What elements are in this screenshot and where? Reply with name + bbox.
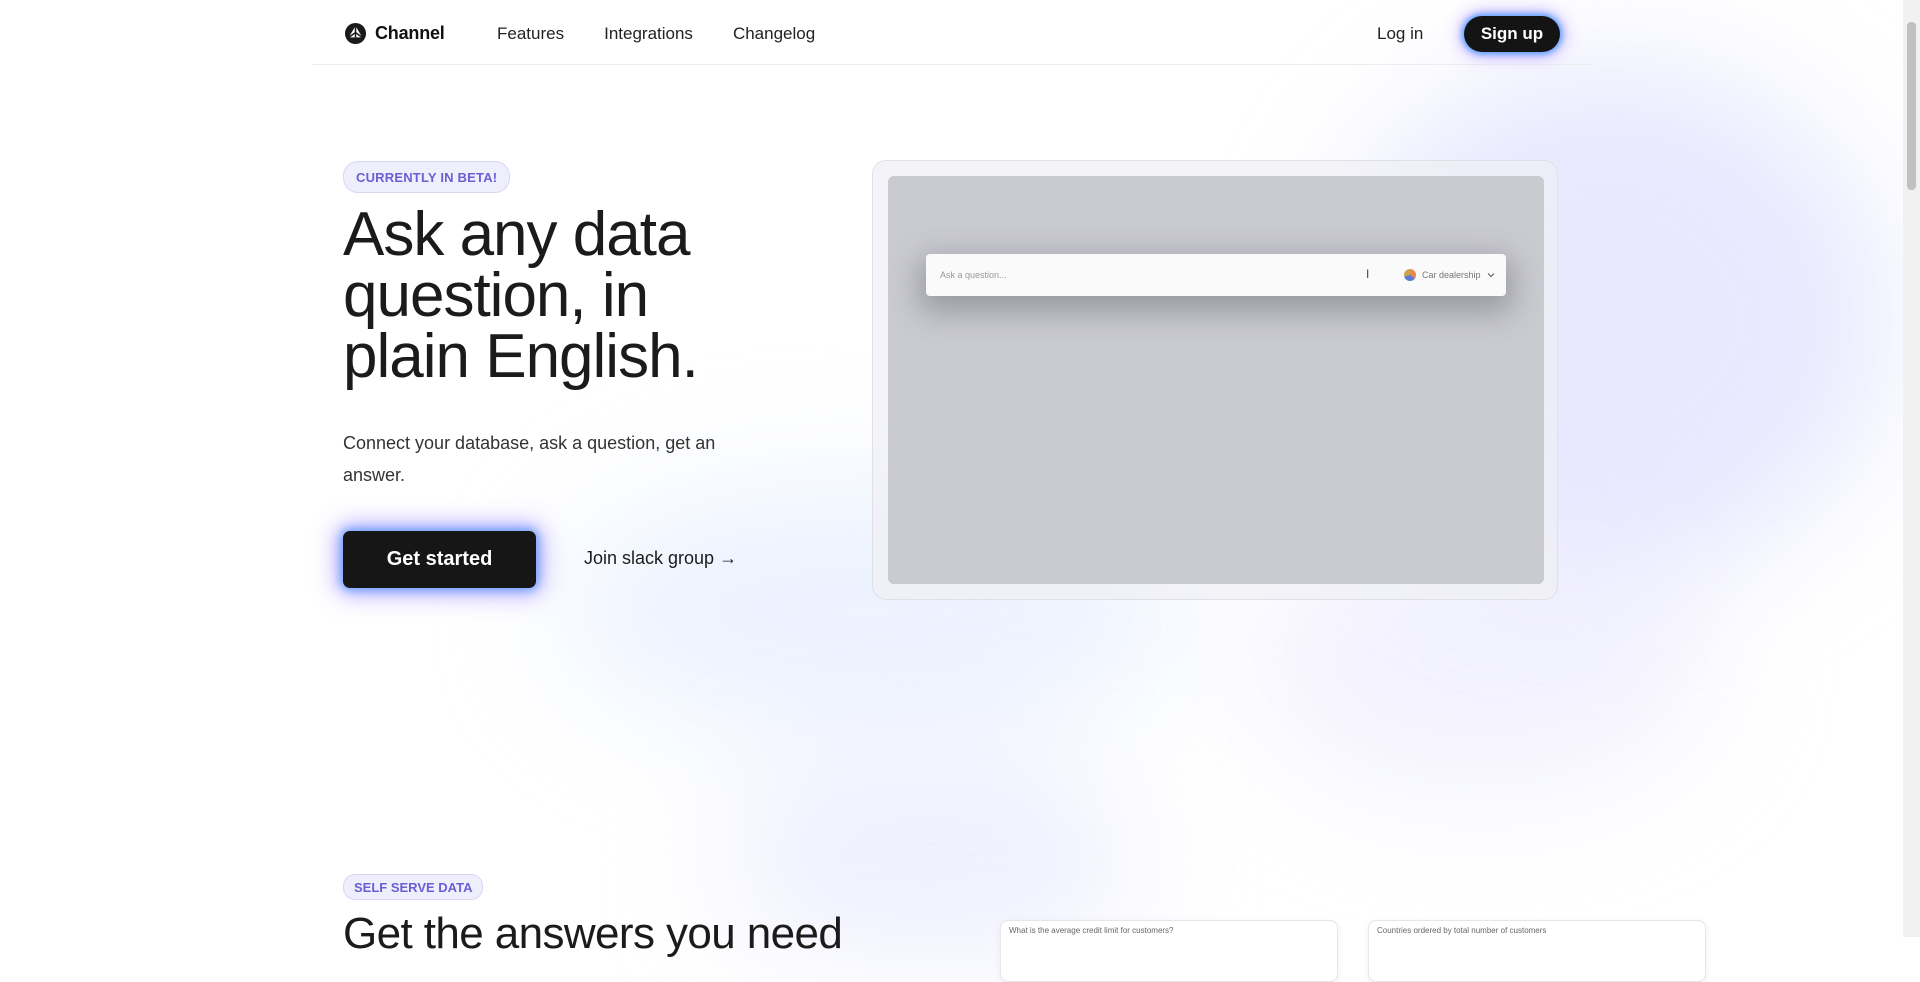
join-slack-link[interactable]: Join slack group → [584,548,737,569]
login-link[interactable]: Log in [1377,24,1423,44]
ask-question-bar: I Car dealership [926,254,1506,296]
page-scrollbar[interactable] [1903,0,1920,937]
pie-chart-icon [1404,269,1416,281]
hero-subtitle: Connect your database, ask a question, g… [343,433,716,485]
demo-preview-frame: I Car dealership [872,160,1558,600]
get-started-button[interactable]: Get started [343,531,536,588]
section-title: Get the answers you need [343,909,843,958]
beta-badge: CURRENTLY IN BETA! [343,161,511,193]
example-query-card: What is the average credit limit for cus… [1000,920,1338,982]
scrollbar-thumb[interactable] [1907,22,1916,190]
nav-changelog-link[interactable]: Changelog [733,24,815,44]
text-cursor-icon: I [1366,267,1370,281]
example-query-text: What is the average credit limit for cus… [1009,926,1174,935]
example-query-text: Countries ordered by total number of cus… [1377,926,1547,935]
nav-integrations-link[interactable]: Integrations [604,24,693,44]
brand-name: Channel [375,23,445,43]
chevron-down-icon [1487,273,1494,278]
signup-button[interactable]: Sign up [1464,16,1560,52]
demo-preview-screen: I Car dealership [888,176,1544,584]
logo-link[interactable]: Channel [344,22,445,45]
database-select-label: Car dealership [1422,270,1481,280]
nav-features-link[interactable]: Features [497,24,564,44]
example-query-card: Countries ordered by total number of cus… [1368,920,1706,982]
ask-question-input[interactable] [940,267,1340,283]
self-serve-badge: SELF SERVE DATA [343,874,484,900]
site-header: Channel Features Integrations Changelog … [312,0,1592,65]
database-select[interactable]: Car dealership [1396,263,1503,287]
channel-logo-icon [344,22,367,45]
hero-title: Ask any data question, in plain English. [343,200,699,391]
main-nav: Features Integrations Changelog [497,24,815,44]
